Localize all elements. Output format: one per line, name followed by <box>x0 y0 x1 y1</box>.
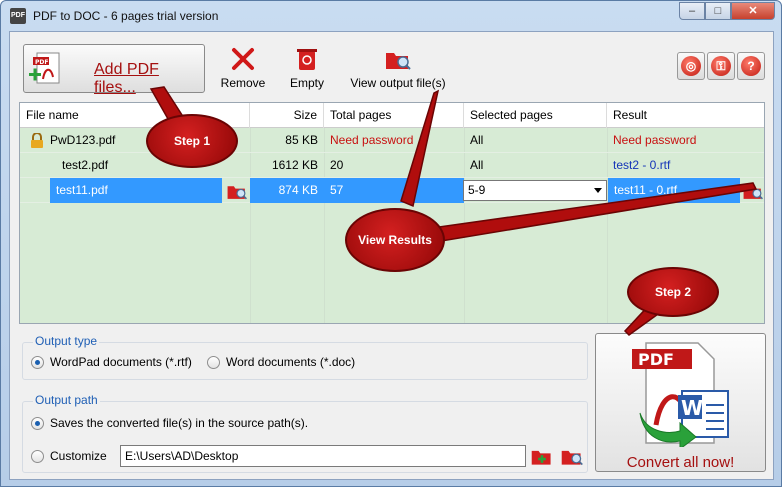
step2-callout: Step 2 <box>627 267 719 317</box>
step1-callout: Step 1 <box>146 114 238 168</box>
app-window: PDF PDF to DOC - 6 pages trial version –… <box>0 0 782 487</box>
view-results-callout: View Results <box>345 208 445 272</box>
